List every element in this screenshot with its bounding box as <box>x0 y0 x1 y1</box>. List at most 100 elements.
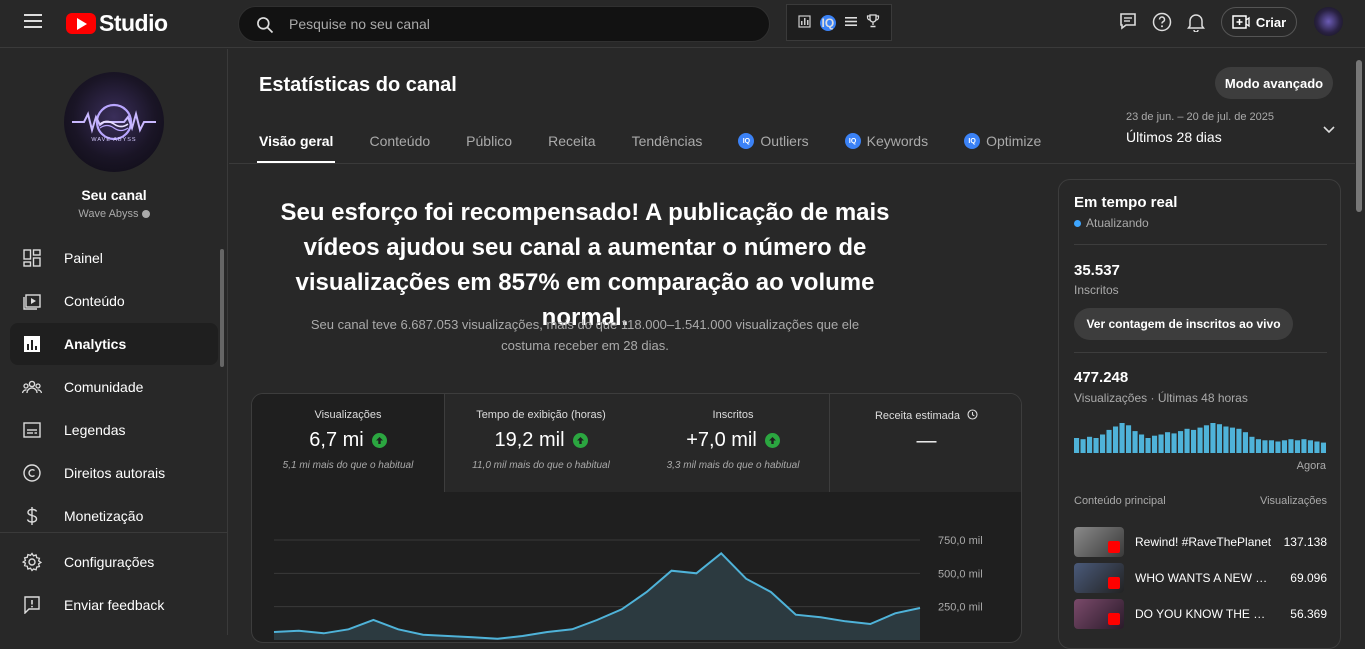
metric-label: Inscritos <box>637 409 829 421</box>
metric-subscribers[interactable]: Inscritos +7,0 mil 3,3 mil mais do que o… <box>637 394 830 492</box>
account-avatar[interactable] <box>1314 7 1343 36</box>
realtime-bar <box>1198 428 1203 453</box>
top-content-row[interactable]: DO YOU KNOW THE ORIGINAL? 56.369 <box>1074 598 1327 630</box>
channel-avatar[interactable]: WAVE ABYSS <box>64 72 164 172</box>
realtime-bar <box>1262 440 1267 453</box>
vidiq-icon[interactable]: IQ <box>820 15 836 31</box>
search-bar[interactable] <box>238 6 770 42</box>
sidebar-item-conteudo[interactable]: Conteúdo <box>10 280 218 322</box>
metric-views[interactable]: Visualizações 6,7 mi 5,1 mi mais do que … <box>252 394 445 492</box>
metric-value: +7,0 mil <box>686 429 757 452</box>
sidebar-item-enviar-feedback[interactable]: Enviar feedback <box>10 584 218 626</box>
sidebar-item-legendas[interactable]: Legendas <box>10 409 218 451</box>
tab-publico[interactable]: Público <box>466 125 512 163</box>
main-scrollbar[interactable] <box>1356 60 1362 212</box>
date-range-picker[interactable]: 23 de jun. – 20 de jul. de 2025 Últimos … <box>1126 111 1336 145</box>
sidebar-scrollbar[interactable] <box>220 249 224 367</box>
sidebar-item-label: Painel <box>64 250 103 266</box>
tab-optimize[interactable]: IQ Optimize <box>964 125 1041 163</box>
tab-label: Tendências <box>632 133 703 149</box>
subtitles-icon <box>22 422 42 438</box>
live-subscribers-button[interactable]: Ver contagem de inscritos ao vivo <box>1074 308 1293 340</box>
realtime-bar <box>1217 424 1222 453</box>
chevron-down-icon <box>1322 125 1336 135</box>
realtime-bar <box>1243 432 1248 453</box>
tab-label: Optimize <box>986 133 1041 149</box>
list-icon[interactable] <box>845 16 857 30</box>
period-label: Últimos 28 dias <box>1126 129 1336 145</box>
sidebar-item-label: Conteúdo <box>64 293 125 309</box>
metric-value: 6,7 mi <box>309 429 363 452</box>
search-input[interactable] <box>289 7 749 41</box>
create-button[interactable]: Criar <box>1221 7 1297 37</box>
channel-name-label: Seu canal <box>0 187 228 203</box>
subscriber-label: Inscritos <box>1074 283 1119 297</box>
studio-logo[interactable]: Studio <box>66 10 168 37</box>
realtime-status-text: Atualizando <box>1086 216 1149 230</box>
realtime-bar <box>1165 432 1170 453</box>
sidebar-item-label: Analytics <box>64 336 126 352</box>
comments-icon[interactable] <box>1119 12 1137 35</box>
divider <box>1074 352 1327 353</box>
y-tick-label: 750,0 mil <box>938 535 983 547</box>
metric-revenue[interactable]: Receita estimada — <box>830 394 1022 492</box>
tab-visao-geral[interactable]: Visão geral <box>259 125 333 163</box>
video-title: DO YOU KNOW THE ORIGINAL? <box>1135 607 1273 621</box>
tab-label: Receita <box>548 133 595 149</box>
sidebar-item-painel[interactable]: Painel <box>10 237 218 279</box>
copyright-icon <box>22 464 42 482</box>
analytics-icon <box>22 335 42 353</box>
sidebar-item-comunidade[interactable]: Comunidade <box>10 366 218 408</box>
metric-watch-time[interactable]: Tempo de exibição (horas) 19,2 mil 11,0 … <box>445 394 638 492</box>
metric-note: 11,0 mil mais do que o habitual <box>445 460 637 471</box>
sidebar-item-monetizacao[interactable]: Monetização <box>10 495 218 537</box>
realtime-bar <box>1185 429 1190 453</box>
realtime-card: Em tempo real Atualizando 35.537 Inscrit… <box>1058 179 1341 649</box>
metric-value: — <box>917 430 937 453</box>
realtime-bar <box>1113 427 1118 454</box>
realtime-bar <box>1269 440 1274 453</box>
top-content-row[interactable]: WHO WANTS A NEW SET? 69.096 <box>1074 562 1327 594</box>
trophy-icon[interactable] <box>866 14 880 31</box>
arrow-up-icon <box>765 433 780 448</box>
metrics-card: Visualizações 6,7 mi 5,1 mi mais do que … <box>251 393 1022 643</box>
bell-icon[interactable] <box>1187 12 1205 37</box>
tab-outliers[interactable]: IQOutliers <box>738 125 808 163</box>
realtime-bar <box>1094 438 1099 453</box>
feedback-icon <box>22 596 42 614</box>
top-content-row[interactable]: Rewind! #RaveThePlanet 137.138 <box>1074 526 1327 558</box>
sidebar-item-label: Legendas <box>64 422 126 438</box>
sidebar-item-analytics[interactable]: Analytics <box>10 323 218 365</box>
realtime-bar <box>1081 439 1086 453</box>
sidebar-item-direitos-autorais[interactable]: Direitos autorais <box>10 452 218 494</box>
metric-label: Tempo de exibição (horas) <box>445 409 637 421</box>
tab-conteudo[interactable]: Conteúdo <box>369 125 430 163</box>
realtime-bar <box>1308 440 1313 453</box>
realtime-bar <box>1152 436 1157 453</box>
realtime-views-chart[interactable] <box>1074 420 1326 453</box>
realtime-bar <box>1288 439 1293 453</box>
y-tick-label: 500,0 mil <box>938 568 983 580</box>
tab-receita[interactable]: Receita <box>548 125 595 163</box>
realtime-views-label: Visualizações · Últimas 48 horas <box>1074 391 1248 405</box>
channel-handle: Wave Abyss <box>0 208 228 220</box>
sidebar-item-configuracoes[interactable]: Configurações <box>10 541 218 583</box>
sidebar-item-label: Enviar feedback <box>64 597 164 613</box>
vidiq-icon: IQ <box>964 133 980 149</box>
tab-label: Público <box>466 133 512 149</box>
tab-keywords[interactable]: IQKeywords <box>845 125 928 163</box>
video-views: 56.369 <box>1290 607 1327 621</box>
advanced-mode-button[interactable]: Modo avançado <box>1215 67 1333 99</box>
menu-icon[interactable] <box>24 14 42 28</box>
realtime-bar <box>1223 427 1228 454</box>
date-range-text: 23 de jun. – 20 de jul. de 2025 <box>1126 111 1336 123</box>
tab-tendencias[interactable]: Tendências <box>632 125 703 163</box>
help-icon[interactable] <box>1152 12 1172 37</box>
shorts-icon <box>1108 541 1120 553</box>
realtime-bar <box>1230 428 1235 453</box>
views-chart[interactable]: 750,0 mil500,0 mil250,0 mil <box>252 492 1022 643</box>
stats-icon[interactable] <box>798 15 811 31</box>
video-title: WHO WANTS A NEW SET? <box>1135 571 1273 585</box>
realtime-bar <box>1087 437 1092 453</box>
search-icon <box>255 15 275 35</box>
